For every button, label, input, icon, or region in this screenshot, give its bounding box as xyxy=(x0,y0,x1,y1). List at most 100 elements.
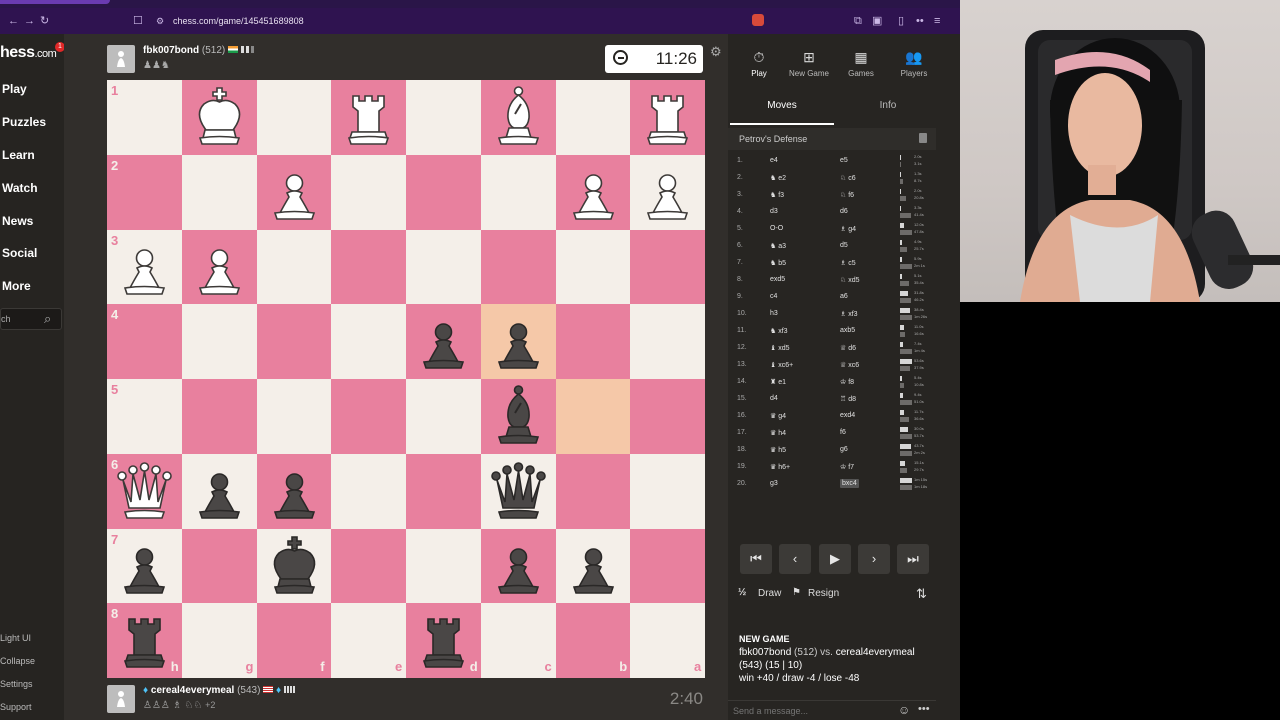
white-move[interactable]: ♛ g4 xyxy=(770,412,786,420)
board-square[interactable] xyxy=(406,528,481,604)
games-button[interactable]: ▦ Games xyxy=(835,44,887,84)
board-square[interactable] xyxy=(107,379,182,454)
black-rook-icon[interactable] xyxy=(406,603,481,678)
black-move[interactable]: ♗ c5 xyxy=(840,259,856,267)
support-link[interactable]: Support xyxy=(0,702,32,712)
white-move[interactable]: ♝ xd5 xyxy=(770,344,790,352)
black-move[interactable]: a6 xyxy=(840,293,848,300)
nav-more[interactable]: More xyxy=(2,279,31,293)
black-move[interactable]: ♘ c6 xyxy=(840,174,856,182)
collapse-link[interactable]: Collapse xyxy=(0,656,35,666)
black-queen-icon[interactable] xyxy=(481,454,556,529)
prev-move-button[interactable]: ‹ xyxy=(779,544,811,574)
players-button[interactable]: 👥 Players xyxy=(888,44,940,84)
white-move[interactable]: d4 xyxy=(770,395,778,402)
white-rook-icon[interactable] xyxy=(630,80,705,155)
extension-icon[interactable] xyxy=(752,14,764,26)
white-move[interactable]: ♞ e2 xyxy=(770,174,786,182)
black-pawn-icon[interactable] xyxy=(556,529,631,604)
message-input[interactable] xyxy=(733,703,893,719)
nav-watch[interactable]: Watch xyxy=(2,181,38,195)
black-pawn-icon[interactable] xyxy=(481,529,556,604)
white-move[interactable]: exd5 xyxy=(770,276,785,283)
white-move[interactable]: O-O xyxy=(770,225,783,232)
white-pawn-icon[interactable] xyxy=(182,230,257,305)
url-bar[interactable]: chess.com/game/145451689808 xyxy=(173,16,304,26)
site-settings-icon[interactable]: ⚙ xyxy=(156,14,164,28)
bottom-player-avatar[interactable] xyxy=(107,685,135,713)
black-move[interactable]: ♕ xc6 xyxy=(840,361,859,369)
sidebar-icon[interactable]: ▯ xyxy=(898,14,904,28)
logo[interactable]: hess.com xyxy=(0,44,57,62)
white-move[interactable]: h3 xyxy=(770,310,778,317)
more-dots-icon[interactable]: ••• xyxy=(918,703,930,715)
white-queen-icon[interactable] xyxy=(107,454,182,529)
board-square[interactable] xyxy=(256,229,332,305)
white-move[interactable]: ♞ b5 xyxy=(770,259,786,267)
black-move[interactable]: e5 xyxy=(840,157,848,164)
white-pawn-icon[interactable] xyxy=(630,155,705,230)
white-pawn-icon[interactable] xyxy=(556,155,631,230)
black-move[interactable]: ♗ xf3 xyxy=(840,310,858,318)
board-square[interactable] xyxy=(630,304,706,380)
board-square[interactable] xyxy=(331,304,407,380)
white-pawn-icon[interactable] xyxy=(107,230,182,305)
nav-learn[interactable]: Learn xyxy=(2,148,35,162)
nav-puzzles[interactable]: Puzzles xyxy=(2,115,46,129)
new-game-button[interactable]: ⊞ New Game xyxy=(783,44,835,84)
hamburger-icon[interactable]: ≡ xyxy=(934,14,940,28)
white-move[interactable]: ♞ xf3 xyxy=(770,327,788,335)
black-move[interactable]: ♕ d6 xyxy=(840,344,856,352)
black-rook-icon[interactable] xyxy=(107,603,182,678)
board-square[interactable] xyxy=(181,379,257,454)
board-square[interactable] xyxy=(406,154,481,230)
black-move[interactable]: g6 xyxy=(840,446,848,453)
black-move[interactable]: ♔ f7 xyxy=(840,463,854,471)
white-move[interactable]: ♜ e1 xyxy=(770,378,786,386)
reload-icon[interactable]: ↻ xyxy=(40,14,49,28)
play-button[interactable]: ⏱ Play xyxy=(733,44,785,84)
black-move[interactable]: ♗ g4 xyxy=(840,225,856,233)
light-ui-link[interactable]: Light UI xyxy=(0,633,31,643)
bookmark-icon[interactable]: ☐ xyxy=(133,14,143,28)
white-king-icon[interactable] xyxy=(182,80,257,155)
nav-news[interactable]: News xyxy=(2,214,33,228)
chess-board[interactable]: 12345678hgfedcba xyxy=(107,80,706,679)
forward-icon[interactable]: → xyxy=(24,14,35,28)
board-square[interactable] xyxy=(331,229,407,305)
black-move[interactable]: ♘ f6 xyxy=(840,191,854,199)
tab-info[interactable]: Info xyxy=(836,95,940,125)
black-move[interactable]: f6 xyxy=(840,429,846,436)
search-icon[interactable]: ⌕ xyxy=(44,311,51,327)
board-square[interactable] xyxy=(331,154,407,230)
top-player-avatar[interactable] xyxy=(107,45,135,73)
extensions-icon[interactable]: ⧉ xyxy=(854,14,862,28)
menu-dots-icon[interactable]: •• xyxy=(916,14,924,28)
white-move[interactable]: ♞ a3 xyxy=(770,242,786,250)
white-move[interactable]: g3 xyxy=(770,480,778,487)
board-square[interactable] xyxy=(256,379,332,454)
board-square[interactable] xyxy=(107,154,182,230)
board-square[interactable] xyxy=(555,304,631,380)
board-square[interactable] xyxy=(555,80,631,155)
board-square[interactable] xyxy=(256,80,332,155)
white-move[interactable]: ♛ h5 xyxy=(770,446,786,454)
black-move[interactable]: ♘ xd5 xyxy=(840,276,860,284)
board-settings-icon[interactable]: ⚙ xyxy=(710,44,722,60)
black-bishop-icon[interactable] xyxy=(481,379,556,454)
white-move[interactable]: ♛ h4 xyxy=(770,429,786,437)
board-square[interactable] xyxy=(331,528,407,604)
black-pawn-icon[interactable] xyxy=(406,304,481,379)
search-input[interactable] xyxy=(1,309,41,329)
board-square[interactable] xyxy=(555,229,631,305)
board-square[interactable] xyxy=(406,379,481,454)
black-move[interactable]: axb5 xyxy=(840,327,855,334)
white-pawn-icon[interactable] xyxy=(257,155,332,230)
nav-play[interactable]: Play xyxy=(2,82,27,96)
white-move[interactable]: ♝ xc6+ xyxy=(770,361,793,369)
flip-board-icon[interactable]: ⇅ xyxy=(916,586,927,602)
board-square[interactable] xyxy=(480,154,556,230)
white-move[interactable]: c4 xyxy=(770,293,777,300)
white-move[interactable]: e4 xyxy=(770,157,778,164)
black-move[interactable]: ♔ f8 xyxy=(840,378,854,386)
